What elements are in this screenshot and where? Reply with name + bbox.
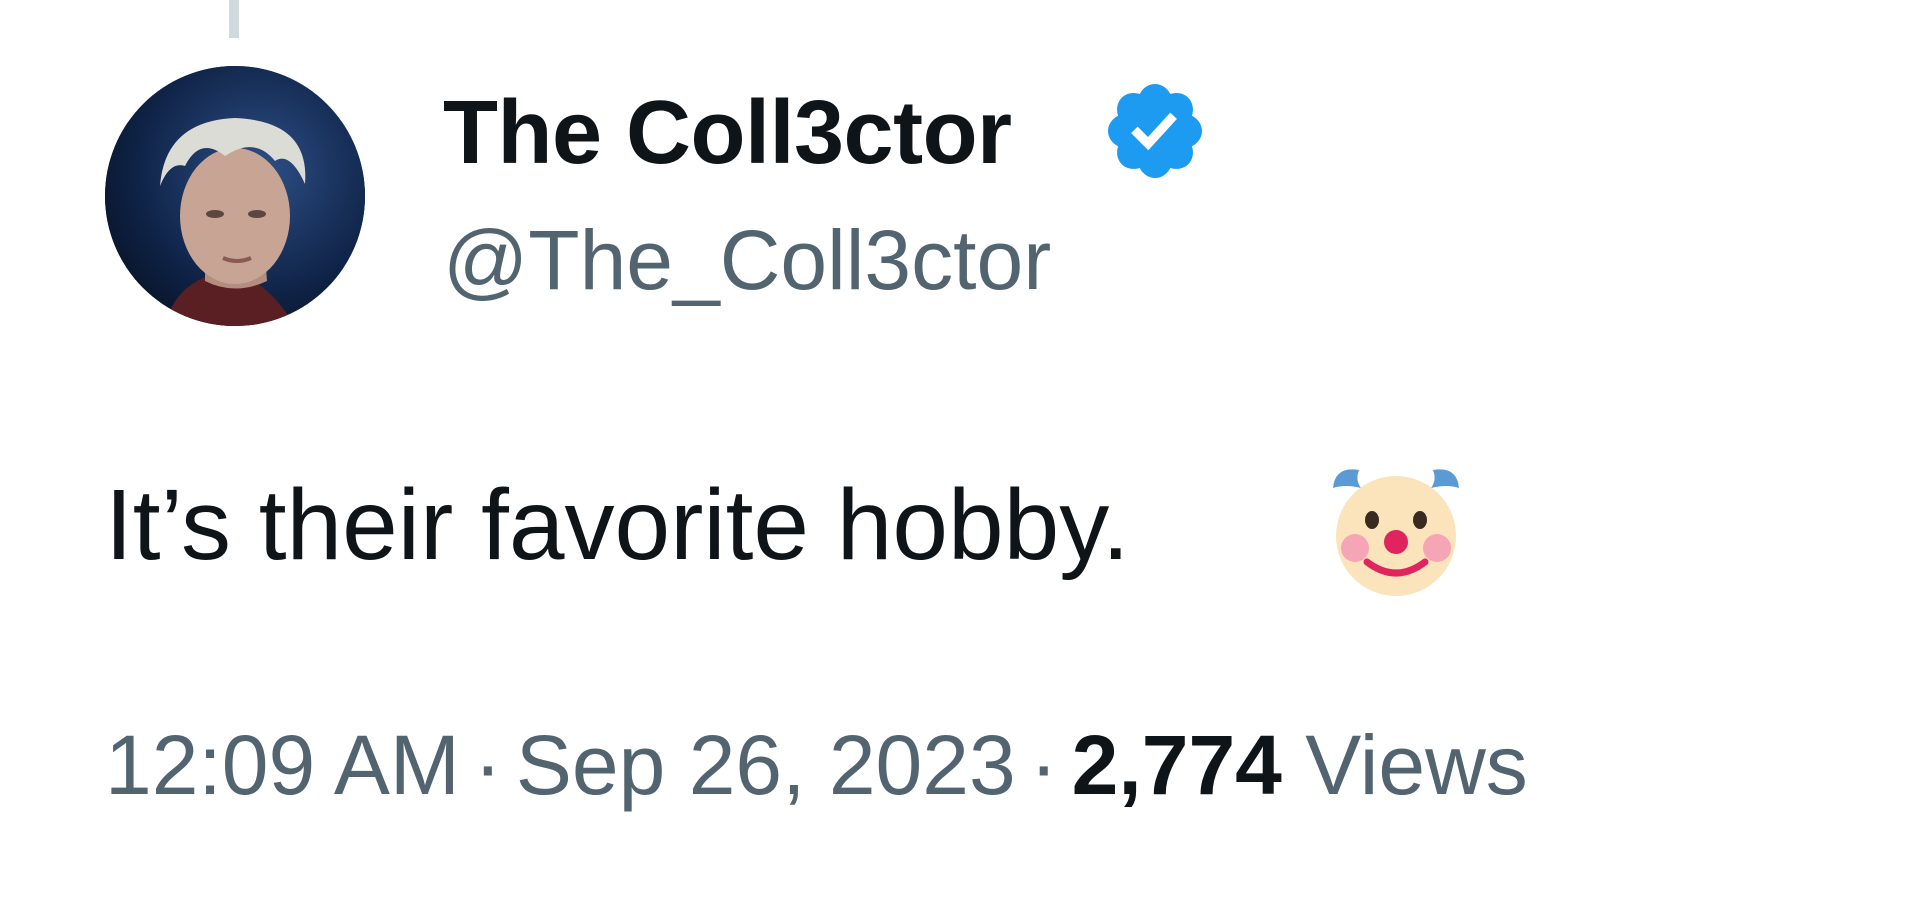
tweet-meta: 12:09 AM · Sep 26, 2023 · 2,774 Views	[105, 715, 1528, 815]
thread-connector-line	[229, 0, 239, 38]
author-name[interactable]: The Coll3ctor	[443, 78, 1012, 188]
separator-dot: ·	[1029, 718, 1058, 812]
tweet-detail: The Coll3ctor @The_Coll3ctor It’s their …	[0, 0, 1920, 907]
avatar[interactable]	[105, 66, 365, 326]
tweet-text: It’s their favorite hobby.	[105, 469, 1130, 581]
tweet-date[interactable]: Sep 26, 2023	[516, 718, 1016, 812]
author-handle[interactable]: @The_Coll3ctor	[443, 210, 1051, 310]
views-label: Views	[1305, 718, 1528, 812]
views-count: 2,774	[1071, 718, 1282, 812]
tweet-time[interactable]: 12:09 AM	[105, 718, 460, 812]
clown-face-icon	[1325, 458, 1467, 600]
separator-dot: ·	[473, 718, 502, 812]
verified-badge-icon[interactable]	[1100, 76, 1210, 186]
